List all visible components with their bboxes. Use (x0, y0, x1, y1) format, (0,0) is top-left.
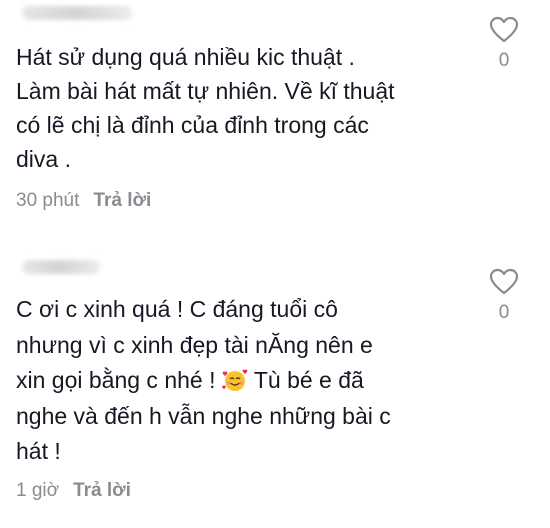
smiling-face-with-hearts-icon (222, 369, 248, 391)
comment-meta: 1 giờ Trả lời (16, 480, 131, 502)
comment-text: Hát sử dụng quá nhiều kic thuật . Làm bà… (16, 44, 395, 172)
like-count: 0 (498, 302, 510, 323)
username-blurred (22, 6, 132, 20)
like-count: 0 (498, 50, 510, 71)
comment-time: 30 phút (16, 190, 80, 211)
comment-item: Hát sử dụng quá nhiều kic thuật . Làm bà… (0, 0, 550, 250)
comment-time: 1 giờ (16, 480, 60, 501)
username-blurred (22, 260, 100, 274)
comment-item: C ơi c xinh quá ! C đáng tuổi cô nhưng v… (0, 252, 550, 528)
heart-icon[interactable] (489, 268, 519, 296)
like-column: 0 (488, 16, 520, 72)
like-column: 0 (488, 268, 520, 324)
comment-meta: 30 phút Trả lời (16, 190, 151, 212)
comment-text: C ơi c xinh quá ! C đáng tuổi cô nhưng v… (16, 292, 476, 470)
heart-icon[interactable] (489, 16, 519, 44)
reply-button[interactable]: Trả lời (93, 190, 151, 212)
reply-button[interactable]: Trả lời (73, 480, 131, 502)
